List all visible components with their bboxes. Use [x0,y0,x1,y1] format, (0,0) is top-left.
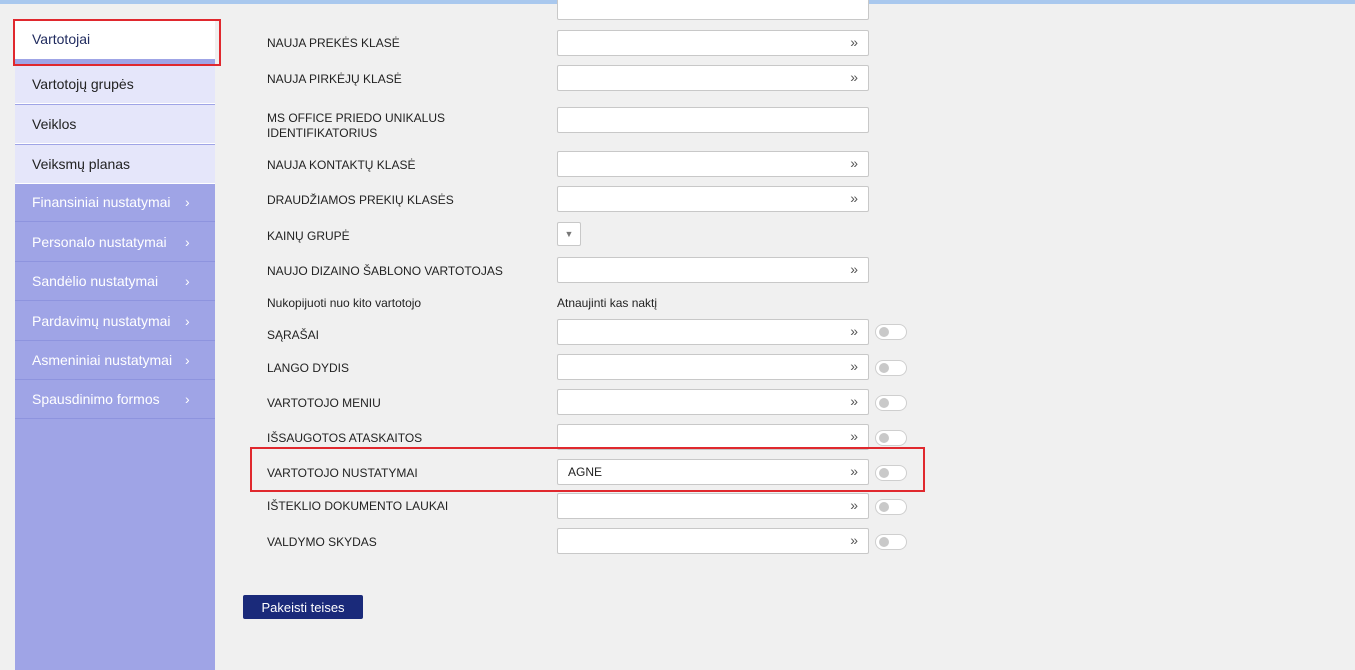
sidebar-group-finansiniai[interactable]: Finansiniai nustatymai › [15,183,215,222]
chevron-right-icon: › [185,313,190,329]
field-label: DRAUDŽIAMOS PREKIŲ KLASĖS [267,193,454,207]
vartotojo-meniu-field[interactable]: » [557,389,869,415]
isteklio-dokumento-laukai-toggle[interactable] [875,499,907,515]
sidebar-item-label: Vartotojų grupės [32,76,134,92]
toggle-knob [879,433,889,443]
sidebar-group-label: Spausdinimo formos [32,391,160,407]
vartotojo-meniu-toggle[interactable] [875,395,907,411]
naujo-dizaino-sablono-vartotojas-field[interactable]: » [557,257,869,283]
field-label: NAUJA KONTAKTŲ KLASĖ [267,158,416,172]
issaugotos-ataskaitos-toggle[interactable] [875,430,907,446]
field-label: VALDYMO SKYDAS [267,535,377,549]
double-chevron-right-icon[interactable]: » [850,155,858,171]
highlight-box-row [250,447,925,492]
double-chevron-right-icon[interactable]: » [850,34,858,50]
sidebar-item-label: Veiksmų planas [32,156,131,172]
toggle-knob [879,327,889,337]
lango-dydis-field[interactable]: » [557,354,869,380]
valdymo-skydas-field[interactable]: » [557,528,869,554]
sidebar-group-spausdinimo[interactable]: Spausdinimo formos › [15,380,215,419]
double-chevron-right-icon[interactable]: » [850,428,858,444]
field-label: IŠSAUGOTOS ATASKAITOS [267,431,423,445]
sidebar: Vartotojai Vartotojų grupės Veiklos Veik… [15,20,215,670]
field-label: NAUJA PIRKĖJŲ KLASĖ [267,72,402,86]
field-label: NAUJA PREKĖS KLASĖ [267,36,400,50]
draudziamos-prekiu-klases-field[interactable]: » [557,186,869,212]
double-chevron-right-icon[interactable]: » [850,190,858,206]
sidebar-item-label: Veiklos [32,116,77,132]
sidebar-group-label: Personalo nustatymai [32,234,167,250]
field-label: IŠTEKLIO DOKUMENTO LAUKAI [267,499,449,513]
valdymo-skydas-toggle[interactable] [875,534,907,550]
field-label: LANGO DYDIS [267,361,350,375]
sidebar-item-veiklos[interactable]: Veiklos [15,105,215,144]
kainu-grupe-select[interactable]: ▼ [557,222,581,246]
chevron-right-icon: › [185,194,190,210]
sidebar-group-pardavimu[interactable]: Pardavimų nustatymai › [15,302,215,341]
ms-office-identifikatorius-input[interactable] [557,107,869,133]
partial-field-top[interactable] [557,0,869,20]
nauja-prekes-klase-field[interactable]: » [557,30,869,56]
field-label: Nukopijuoti nuo kito vartotojo [267,296,422,310]
lango-dydis-toggle[interactable] [875,360,907,376]
copy-schedule-text: Atnaujinti kas naktį [557,296,658,310]
field-label: SĄRAŠAI [267,328,320,342]
double-chevron-right-icon[interactable]: » [850,69,858,85]
isteklio-dokumento-laukai-field[interactable]: » [557,493,869,519]
double-chevron-right-icon[interactable]: » [850,323,858,339]
nauja-kontaktu-klase-field[interactable]: » [557,151,869,177]
chevron-right-icon: › [185,391,190,407]
field-label: VARTOTOJO MENIU [267,396,381,410]
field-label: MS OFFICE PRIEDO UNIKALUS IDENTIFIKATORI… [267,111,446,140]
sidebar-group-label: Pardavimų nustatymai [32,313,171,329]
sidebar-item-vartotoju-grupes[interactable]: Vartotojų grupės [15,65,215,104]
toggle-knob [879,398,889,408]
chevron-right-icon: › [185,234,190,250]
sidebar-group-label: Asmeniniai nustatymai [32,352,173,368]
sidebar-group-sandelio[interactable]: Sandėlio nustatymai › [15,262,215,301]
sidebar-item-veiksmu-planas[interactable]: Veiksmų planas [15,145,215,184]
field-label: NAUJO DIZAINO ŠABLONO VARTOTOJAS [267,264,503,278]
sidebar-group-label: Sandėlio nustatymai [32,273,159,289]
pakeisti-teises-button[interactable]: Pakeisti teises [243,595,363,619]
chevron-right-icon: › [185,273,190,289]
double-chevron-right-icon[interactable]: » [850,532,858,548]
sidebar-group-personalo[interactable]: Personalo nustatymai › [15,223,215,262]
toggle-knob [879,502,889,512]
double-chevron-right-icon[interactable]: » [850,358,858,374]
sidebar-group-asmeniniai[interactable]: Asmeniniai nustatymai › [15,341,215,380]
chevron-right-icon: › [185,352,190,368]
double-chevron-right-icon[interactable]: » [850,261,858,277]
highlight-box-sidebar [13,19,221,66]
double-chevron-right-icon[interactable]: » [850,393,858,409]
nauja-pirkeju-klase-field[interactable]: » [557,65,869,91]
toggle-knob [879,363,889,373]
toggle-knob [879,537,889,547]
sidebar-group-label: Finansiniai nustatymai [32,194,171,210]
sarasai-field[interactable]: » [557,319,869,345]
field-label: KAINŲ GRUPĖ [267,229,350,243]
double-chevron-right-icon[interactable]: » [850,497,858,513]
sarasai-toggle[interactable] [875,324,907,340]
